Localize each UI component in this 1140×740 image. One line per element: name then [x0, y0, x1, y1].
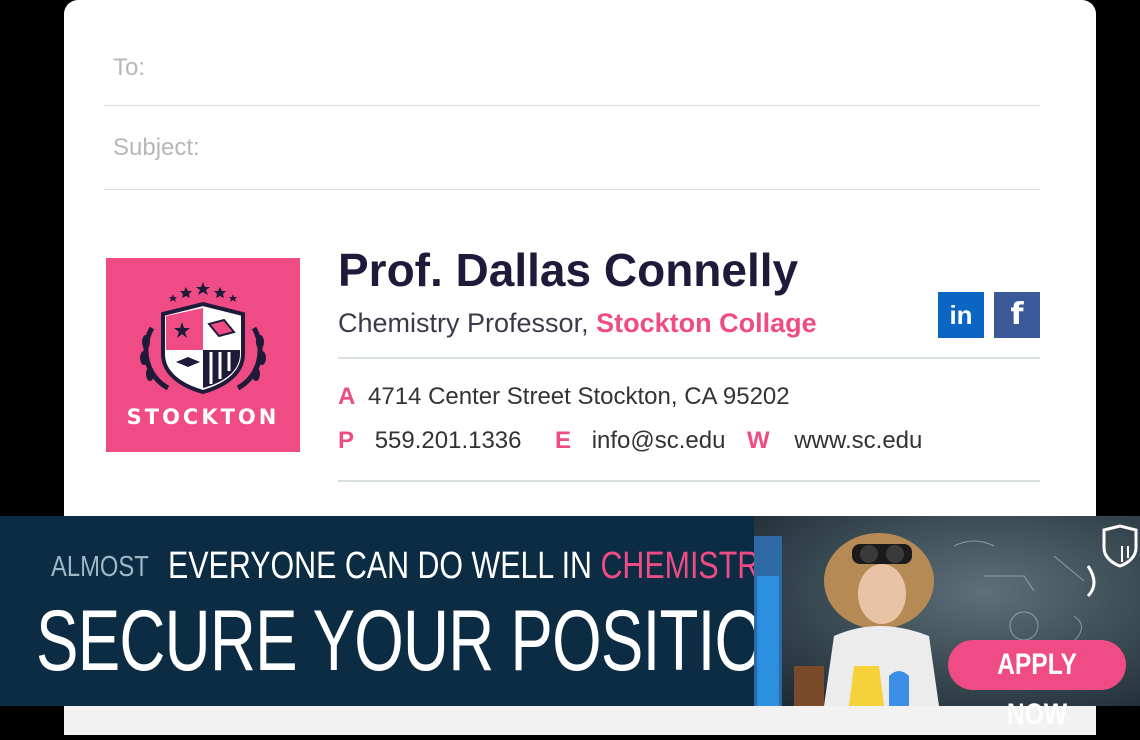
card-footer — [64, 706, 1096, 735]
to-field[interactable]: To: — [104, 0, 1040, 106]
email-line: E info@sc.edu — [555, 427, 725, 455]
web-link[interactable]: www.sc.edu — [794, 427, 922, 454]
subject-label: Subject: — [113, 134, 200, 161]
phone-key: P — [338, 427, 355, 454]
address-key: A — [338, 383, 356, 410]
banner-almost: ALMOST — [51, 551, 149, 583]
divider-top — [338, 357, 1040, 359]
headline-main: EVERYONE CAN DO WELL IN — [168, 545, 593, 587]
linkedin-icon: in — [949, 300, 973, 330]
address-value: 4714 Center Street Stockton, CA 95202 — [368, 383, 790, 410]
web-key: W — [747, 427, 770, 454]
facebook-button[interactable]: f — [994, 292, 1040, 338]
banner-headline: EVERYONE CAN DO WELL IN CHEMISTRY — [168, 545, 779, 588]
web-line: W www.sc.edu — [747, 427, 922, 455]
headline-accent: CHEMISTRY — [600, 545, 779, 587]
facebook-icon: f — [1010, 297, 1024, 332]
phone-value: 559.201.1336 — [374, 427, 522, 454]
phone-line: P 559.201.1336 — [338, 427, 522, 455]
subject-field[interactable]: Subject: — [104, 106, 1040, 190]
signature-name: Prof. Dallas Connelly — [338, 244, 799, 296]
email-key: E — [555, 427, 572, 454]
signature-role: Chemistry Professor, Stockton Collage — [338, 308, 817, 339]
linkedin-button[interactable]: in — [938, 292, 984, 338]
stockton-logo: STOCKTON — [106, 258, 300, 452]
banner-secure: SECURE YOUR POSITION — [36, 593, 809, 689]
divider-bottom — [338, 480, 1040, 482]
job-title: Chemistry Professor, — [338, 308, 589, 338]
logo-wordmark: STOCKTON — [126, 405, 280, 429]
address-line: A 4714 Center Street Stockton, CA 95202 — [338, 383, 790, 411]
to-label: To: — [113, 54, 146, 81]
apply-now-label: APPLY NOW — [997, 648, 1077, 731]
apply-now-button[interactable]: APPLY NOW — [948, 640, 1126, 731]
organization-name: Stockton Collage — [596, 308, 817, 338]
email-link[interactable]: info@sc.edu — [592, 427, 726, 454]
